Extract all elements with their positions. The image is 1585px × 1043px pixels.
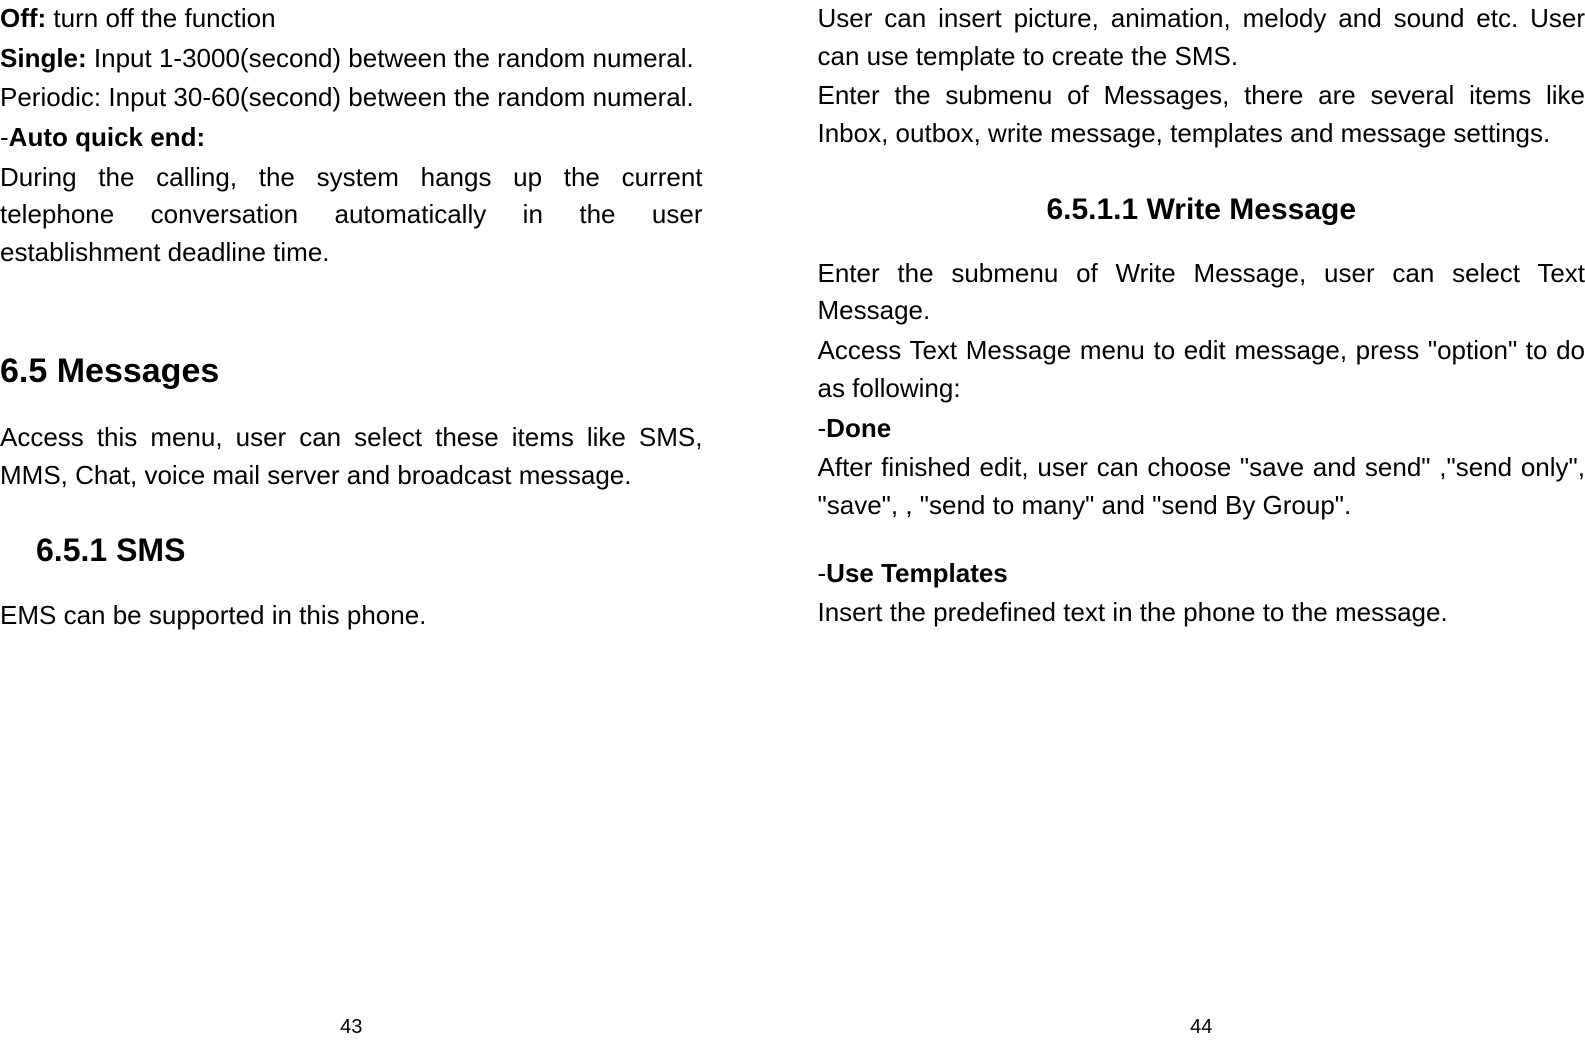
heading-messages: 6.5 Messages (0, 352, 703, 391)
done-text: After finished edit, user can choose "sa… (818, 449, 1585, 524)
off-line: Off: turn off the function (0, 0, 703, 38)
page-left: Off: turn off the function Single: Input… (0, 0, 793, 1043)
page-number-right: 44 (793, 1016, 1585, 1039)
page-right: User can insert picture, animation, melo… (793, 0, 1585, 1043)
autoquick-dash: - (0, 122, 9, 152)
page-number-left: 43 (0, 1016, 793, 1039)
done-heading: -Done (818, 410, 1585, 448)
autoquick-heading: -Auto quick end: (0, 119, 703, 157)
single-text: Input 1-3000(second) between the random … (87, 43, 694, 73)
messages-intro: Access this menu, user can select these … (0, 419, 703, 494)
heading-write-message: 6.5.1.1 Write Message (818, 193, 1585, 227)
off-label: Off: (0, 3, 46, 33)
templates-text: Insert the predefined text in the phone … (818, 594, 1585, 632)
templates-label: Use Templates (826, 558, 1008, 588)
writemsg1: Enter the submenu of Write Message, user… (818, 255, 1585, 330)
ems-text: EMS can be supported in this phone. (0, 597, 703, 635)
off-text: turn off the function (46, 3, 275, 33)
templates-heading: -Use Templates (818, 555, 1585, 593)
single-line: Single: Input 1-3000(second) between the… (0, 40, 703, 78)
single-label: Single: (0, 43, 87, 73)
templates-dash: - (818, 558, 827, 588)
done-label: Done (826, 413, 891, 443)
autoquick-text: During the calling, the system hangs up … (0, 159, 703, 272)
periodic-line: Periodic: Input 30-60(second) between th… (0, 79, 703, 117)
right-intro2: Enter the submenu of Messages, there are… (818, 77, 1585, 152)
right-intro1: User can insert picture, animation, melo… (818, 0, 1585, 75)
writemsg2: Access Text Message menu to edit message… (818, 332, 1585, 407)
done-dash: - (818, 413, 827, 443)
autoquick-label: Auto quick end: (9, 122, 205, 152)
heading-sms: 6.5.1 SMS (0, 532, 703, 569)
